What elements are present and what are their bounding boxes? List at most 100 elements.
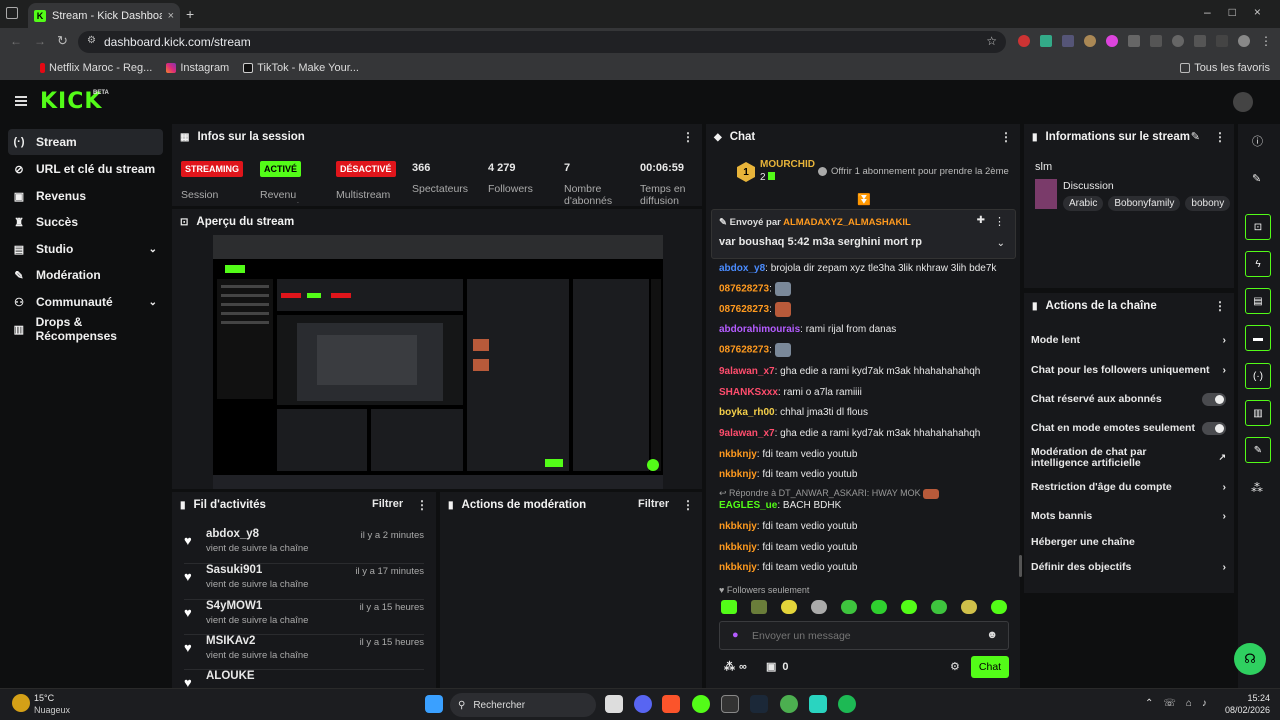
sidebar-item-succes[interactable]: ♜ Succès (8, 209, 163, 235)
app-icon[interactable] (809, 695, 827, 713)
chat-username[interactable]: nkbknjy (719, 449, 757, 460)
emotes-only-toggle[interactable] (1202, 421, 1226, 435)
browser-tab[interactable]: K Stream - Kick Dashboard × (28, 3, 180, 28)
notes-tool-button[interactable]: ▤ (1245, 288, 1271, 314)
video-player[interactable] (213, 235, 663, 489)
steam-icon[interactable] (750, 695, 768, 713)
chat-username[interactable]: abdorahimourais (719, 324, 800, 335)
brave-icon[interactable] (662, 695, 680, 713)
chat-username[interactable]: 087628273 (719, 304, 769, 315)
new-tab-button[interactable]: + (186, 6, 194, 22)
follower-name[interactable]: ALOUKE (206, 670, 255, 682)
layout-tool-button[interactable]: ▥ (1245, 400, 1271, 426)
more-options-icon[interactable]: ⋮ (1214, 130, 1226, 144)
filter-button[interactable]: Filtrer (638, 498, 669, 510)
unpin-icon[interactable]: ✚ (977, 215, 985, 226)
gift-counter[interactable]: ▣ 0 (766, 660, 789, 674)
chat-input[interactable]: ● ☻ (719, 621, 1009, 650)
extension-icon[interactable] (1106, 35, 1118, 47)
chat-username[interactable]: SHANKSxxx (719, 387, 778, 398)
emote-icon[interactable] (781, 600, 797, 614)
extension-icon[interactable] (1018, 35, 1030, 47)
emote-icon[interactable] (751, 600, 767, 614)
lightning-tool-button[interactable]: ϟ (1245, 251, 1271, 277)
edit-icon[interactable]: ✎ (1191, 130, 1200, 143)
spotify-icon[interactable] (838, 695, 856, 713)
chat-username[interactable]: nkbknjy (719, 562, 757, 573)
sidebar-item-url[interactable]: ⊘ URL et clé du stream (8, 156, 163, 182)
taskbar-search[interactable]: ⚲ Rechercher (450, 693, 596, 717)
download-icon[interactable] (1216, 35, 1228, 47)
sidebar-item-studio[interactable]: ▤ Studio ⌄ (8, 236, 163, 262)
chat-username[interactable]: nkbknjy (719, 469, 757, 480)
pinned-author[interactable]: ALMADAXYZ_ALMASHAKIL (783, 217, 911, 228)
info-circle-icon[interactable]: ⓘ (1252, 133, 1263, 149)
follower-name[interactable]: abdox_y8 (206, 528, 259, 540)
more-options-icon[interactable]: ⋮ (1000, 130, 1012, 144)
chat-settings-icon[interactable]: ⚙ (950, 660, 960, 673)
sidebar-item-moderation[interactable]: ✎ Modération (8, 262, 163, 288)
sidebar-item-stream[interactable]: (·) Stream (8, 129, 163, 155)
subscribers-only-toggle[interactable] (1202, 392, 1226, 406)
scroll-down-icon[interactable]: ⏬ (857, 193, 871, 206)
chat-username[interactable]: nkbknjy (719, 542, 757, 553)
puzzle-icon[interactable] (1128, 35, 1140, 47)
extension-icon[interactable] (1040, 35, 1052, 47)
emote-icon[interactable] (871, 600, 887, 614)
chat-username[interactable]: EAGLES_ue (719, 500, 777, 511)
discord-icon[interactable] (634, 695, 652, 713)
channel-points[interactable]: ⁂ ∞ (724, 660, 747, 674)
community-icon[interactable]: ⁂ (1251, 481, 1263, 495)
menu-icon[interactable] (1194, 35, 1206, 47)
chrome-icon[interactable] (780, 695, 798, 713)
tag-badge[interactable]: Arabic (1063, 196, 1104, 211)
chat-username[interactable]: 9alawan_x7 (719, 428, 775, 439)
emote-icon[interactable] (901, 600, 917, 614)
extension-icon[interactable] (1062, 35, 1074, 47)
forward-icon[interactable]: → (34, 34, 46, 48)
bookmark-tiktok[interactable]: TikTok - Make Your... (243, 62, 359, 74)
action-ai-moderation[interactable]: Modération de chat par intelligence arti… (1031, 447, 1226, 471)
broadcast-tool-button[interactable]: (·) (1245, 363, 1271, 389)
top-gifter-name[interactable]: MOURCHID (760, 159, 815, 170)
address-bar[interactable]: ⚙ dashboard.kick.com/stream ☆ (78, 31, 1006, 53)
chat-username[interactable]: 087628273 (719, 284, 769, 295)
extension-icon[interactable] (1084, 35, 1096, 47)
window-controls[interactable]: –□× (1204, 5, 1279, 19)
chat-username[interactable]: 9alawan_x7 (719, 366, 775, 377)
reload-icon[interactable]: ↻ (57, 33, 68, 49)
all-bookmarks[interactable]: Tous les favoris (1180, 62, 1270, 74)
site-info-icon[interactable]: ⚙ (87, 35, 96, 46)
emote-icon[interactable] (961, 600, 977, 614)
more-options-icon[interactable]: ⋮ (994, 215, 1005, 228)
follower-name[interactable]: Sasuki901 (206, 564, 262, 576)
clock-date[interactable]: 08/02/2026 (1222, 705, 1270, 715)
chat-scrollbar[interactable] (1019, 555, 1022, 577)
profile-avatar[interactable] (1238, 35, 1250, 47)
user-avatar[interactable] (1233, 92, 1253, 112)
gift-offer[interactable]: Offrir 1 abonnement pour prendre la 2ème (818, 166, 1009, 177)
action-set-goals[interactable]: Définir des objectifs › (1031, 557, 1226, 577)
sidebar-item-drops[interactable]: ▥ Drops & Récompenses (8, 315, 163, 343)
clock-time[interactable]: 15:24 (1226, 693, 1270, 703)
more-menu-icon[interactable]: ⋮ (1260, 35, 1272, 47)
action-banned-words[interactable]: Mots bannis › (1031, 506, 1226, 526)
action-followers-only[interactable]: Chat pour les followers uniquement › (1031, 360, 1226, 380)
more-options-icon[interactable]: ⋮ (1214, 299, 1226, 313)
more-options-icon[interactable]: ⋮ (682, 498, 694, 512)
chat-username[interactable]: nkbknjy (719, 521, 757, 532)
extension-icon[interactable] (1150, 35, 1162, 47)
emote-icon[interactable] (721, 600, 737, 614)
more-options-icon[interactable]: ⋮ (416, 498, 428, 512)
chevron-down-icon[interactable]: ⌄ (997, 238, 1005, 249)
tag-badge[interactable]: bobony (1185, 196, 1231, 211)
back-icon[interactable]: ← (10, 34, 22, 48)
emoji-icon[interactable]: ☻ (986, 629, 998, 641)
emote-icon[interactable] (811, 600, 827, 614)
chat-tool-button[interactable]: ▬ (1245, 325, 1271, 351)
bookmark-instagram[interactable]: Instagram (166, 62, 229, 74)
send-chat-button[interactable]: Chat (971, 656, 1009, 678)
wrench-tool-button[interactable]: ✎ (1245, 437, 1271, 463)
action-host-channel[interactable]: Héberger une chaîne (1031, 532, 1226, 552)
start-icon[interactable] (425, 695, 443, 713)
